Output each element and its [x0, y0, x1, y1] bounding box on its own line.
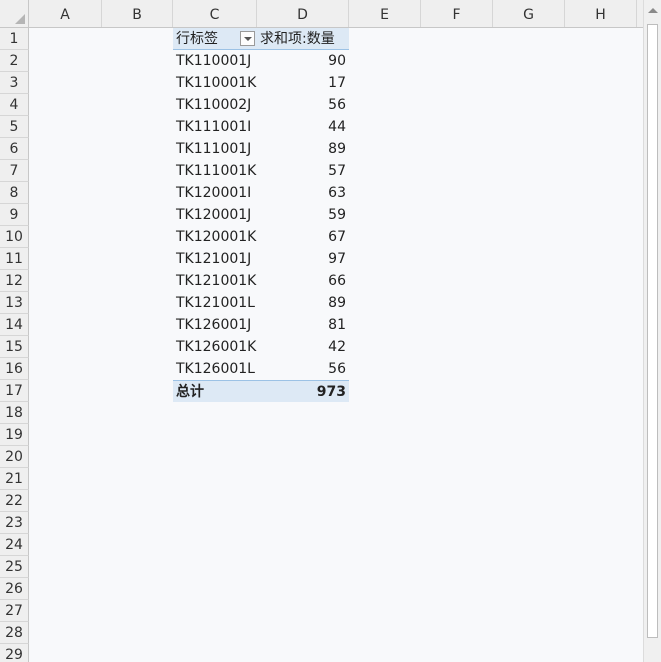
row-header-16[interactable]: 16	[0, 358, 29, 380]
pivot-item-value[interactable]: 59	[257, 204, 349, 226]
pivot-item-label[interactable]: TK110001K	[173, 72, 257, 94]
pivot-item-value[interactable]: 44	[257, 116, 349, 138]
column-header-b[interactable]: B	[102, 0, 173, 27]
pivot-value-header[interactable]: 求和项:数量	[257, 28, 349, 50]
pivot-item-label[interactable]: TK126001J	[173, 314, 257, 336]
row-header-11[interactable]: 11	[0, 248, 29, 270]
row-header-8[interactable]: 8	[0, 182, 29, 204]
column-header-g[interactable]: G	[493, 0, 565, 27]
vertical-scrollbar[interactable]	[643, 0, 661, 662]
select-all-triangle-icon	[15, 14, 25, 24]
pivot-item-label[interactable]: TK121001L	[173, 292, 257, 314]
pivot-item-label[interactable]: TK110001J	[173, 50, 257, 72]
pivot-item-value[interactable]: 89	[257, 138, 349, 160]
row-header-4[interactable]: 4	[0, 94, 29, 116]
row-header-19[interactable]: 19	[0, 424, 29, 446]
pivot-item-value[interactable]: 81	[257, 314, 349, 336]
row-header-6[interactable]: 6	[0, 138, 29, 160]
pivot-item-value[interactable]: 56	[257, 358, 349, 380]
row-label-filter-button[interactable]	[240, 31, 255, 46]
row-header-29[interactable]: 29	[0, 644, 29, 662]
pivot-item-label[interactable]: TK120001K	[173, 226, 257, 248]
row-header-27[interactable]: 27	[0, 600, 29, 622]
row-header-7[interactable]: 7	[0, 160, 29, 182]
pivot-item-label[interactable]: TK121001J	[173, 248, 257, 270]
row-header-1[interactable]: 1	[0, 28, 29, 50]
pivot-item-label[interactable]: TK126001K	[173, 336, 257, 358]
pivot-item-value[interactable]: 17	[257, 72, 349, 94]
pivot-item-label[interactable]: TK120001J	[173, 204, 257, 226]
row-header-25[interactable]: 25	[0, 556, 29, 578]
pivot-total-label[interactable]: 总计	[173, 380, 257, 402]
row-header-10[interactable]: 10	[0, 226, 29, 248]
row-header-17[interactable]: 17	[0, 380, 29, 402]
pivot-item-label[interactable]: TK111001K	[173, 160, 257, 182]
pivot-item-value[interactable]: 66	[257, 270, 349, 292]
row-header-12[interactable]: 12	[0, 270, 29, 292]
pivot-item-label[interactable]: TK120001I	[173, 182, 257, 204]
spreadsheet-grid[interactable]: ABCDEFGH 1 2 3 4 5 6 7 8 9 10 11 12 13 14 15 16 17 18 19 20…	[0, 0, 643, 662]
dropdown-arrow-icon	[244, 37, 252, 41]
column-header-h[interactable]: H	[565, 0, 637, 27]
row-header-14[interactable]: 14	[0, 314, 29, 336]
column-header-e[interactable]: E	[349, 0, 421, 27]
pivot-item-label[interactable]: TK111001J	[173, 138, 257, 160]
pivot-item-label[interactable]: TK126001L	[173, 358, 257, 380]
scroll-up-arrow-icon[interactable]	[648, 8, 658, 13]
pivot-item-label[interactable]: TK110002J	[173, 94, 257, 116]
row-header-2[interactable]: 2	[0, 50, 29, 72]
pivot-item-value[interactable]: 97	[257, 248, 349, 270]
row-header-18[interactable]: 18	[0, 402, 29, 424]
column-header-c[interactable]: C	[173, 0, 257, 27]
row-header-9[interactable]: 9	[0, 204, 29, 226]
row-header-20[interactable]: 20	[0, 446, 29, 468]
row-header-15[interactable]: 15	[0, 336, 29, 358]
pivot-item-value[interactable]: 42	[257, 336, 349, 358]
column-header-d[interactable]: D	[257, 0, 349, 27]
row-header-28[interactable]: 28	[0, 622, 29, 644]
row-header-5[interactable]: 5	[0, 116, 29, 138]
pivot-item-value[interactable]: 56	[257, 94, 349, 116]
column-header-a[interactable]: A	[29, 0, 102, 27]
row-header-21[interactable]: 21	[0, 468, 29, 490]
pivot-item-value[interactable]: 63	[257, 182, 349, 204]
row-header-22[interactable]: 22	[0, 490, 29, 512]
row-header-24[interactable]: 24	[0, 534, 29, 556]
row-header-26[interactable]: 26	[0, 578, 29, 600]
select-all-corner[interactable]	[0, 0, 29, 27]
pivot-item-label[interactable]: TK111001I	[173, 116, 257, 138]
row-header-3[interactable]: 3	[0, 72, 29, 94]
pivot-item-value[interactable]: 90	[257, 50, 349, 72]
column-header-f[interactable]: F	[421, 0, 493, 27]
pivot-item-value[interactable]: 89	[257, 292, 349, 314]
row-header-13[interactable]: 13	[0, 292, 29, 314]
pivot-item-value[interactable]: 67	[257, 226, 349, 248]
pivot-total-value[interactable]: 973	[257, 380, 349, 402]
pivot-item-label[interactable]: TK121001K	[173, 270, 257, 292]
row-header-23[interactable]: 23	[0, 512, 29, 534]
pivot-item-value[interactable]: 57	[257, 160, 349, 182]
scrollbar-thumb[interactable]	[647, 24, 658, 638]
